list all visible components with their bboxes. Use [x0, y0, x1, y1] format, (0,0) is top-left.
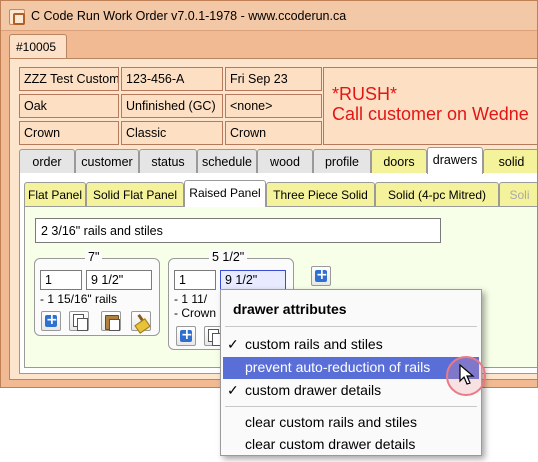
drawer-qty-input[interactable]: 1: [174, 270, 216, 290]
broom-icon[interactable]: [131, 311, 151, 331]
menu-item-clear-drawer-details[interactable]: clear custom drawer details: [245, 436, 415, 452]
tab-schedule[interactable]: schedule: [197, 149, 257, 173]
subtab-flat-panel[interactable]: Flat Panel: [24, 182, 86, 206]
copy-icon[interactable]: [69, 311, 89, 331]
check-icon: ✓: [227, 336, 239, 352]
paste-icon[interactable]: [101, 311, 121, 331]
drawer-height-input[interactable]: 9 1/2": [220, 270, 286, 290]
profile-field[interactable]: Crown: [19, 121, 119, 145]
rush-message: Call customer on Wedne: [332, 104, 529, 124]
drawer-width-label: 7": [85, 250, 103, 264]
menu-header: drawer attributes: [233, 301, 347, 317]
drawer-attributes-menu: drawer attributes ✓ custom rails and sti…: [220, 289, 482, 456]
rails-and-stiles-input[interactable]: 2 3/16" rails and stiles: [35, 218, 441, 243]
drawer-profile-note: - Crown: [174, 306, 217, 320]
menu-item-custom-rails[interactable]: custom rails and stiles: [245, 336, 383, 352]
window-title: C Code Run Work Order v7.0.1-1978 - www.…: [31, 9, 347, 23]
tab-order[interactable]: order: [19, 149, 75, 173]
subtab-more[interactable]: Soli: [499, 182, 537, 206]
tab-doors[interactable]: doors: [371, 149, 427, 173]
rush-notice: *RUSH* Call customer on Wedne: [323, 67, 537, 145]
add-icon[interactable]: [41, 311, 61, 331]
mouse-cursor-icon: [459, 364, 475, 385]
tab-wood[interactable]: wood: [257, 149, 313, 173]
profile2-field[interactable]: Crown: [225, 121, 322, 145]
drawer-width-label: 5 1/2": [209, 250, 248, 264]
drawer-rails-note: - 1 15/16" rails: [40, 292, 117, 306]
subtab-raised-panel[interactable]: Raised Panel: [184, 180, 266, 207]
menu-separator: [225, 406, 477, 407]
wood-field[interactable]: Oak: [19, 94, 119, 118]
menu-item-custom-drawer-details[interactable]: custom drawer details: [245, 382, 381, 398]
work-order-tab[interactable]: #10005: [9, 34, 67, 59]
menu-item-clear-rails[interactable]: clear custom rails and stiles: [245, 414, 417, 430]
subtab-solid-flat-panel[interactable]: Solid Flat Panel: [86, 182, 184, 206]
drawer-height-input[interactable]: 9 1/2": [86, 270, 152, 290]
tab-profile[interactable]: profile: [313, 149, 371, 173]
add-drawer-group-icon[interactable]: [311, 266, 331, 286]
tab-customer[interactable]: customer: [75, 149, 139, 173]
subtab-three-piece-solid[interactable]: Three Piece Solid: [266, 182, 375, 206]
rush-title: *RUSH*: [332, 84, 398, 104]
phone-field[interactable]: 123-456-A: [121, 67, 223, 91]
tab-status[interactable]: status: [139, 149, 197, 173]
drawer-rails-note: - 1 11/: [174, 292, 208, 306]
add-icon[interactable]: [176, 326, 196, 346]
tab-solid[interactable]: solid: [483, 149, 537, 173]
customer-field[interactable]: ZZZ Test Customer: [19, 67, 119, 91]
finish-field[interactable]: Unfinished (GC): [121, 94, 223, 118]
subtab-solid-mitred[interactable]: Solid (4-pc Mitred): [375, 182, 499, 206]
style-field[interactable]: Classic: [121, 121, 223, 145]
menu-separator: [225, 326, 477, 327]
tab-drawers[interactable]: drawers: [427, 147, 483, 174]
date-field[interactable]: Fri Sep 23: [225, 67, 322, 91]
app-icon: [9, 9, 25, 25]
check-icon: ✓: [227, 382, 239, 398]
title-bar: C Code Run Work Order v7.0.1-1978 - www.…: [1, 1, 537, 31]
menu-item-prevent-auto-reduction[interactable]: prevent auto-reduction of rails: [245, 359, 430, 375]
drawer-qty-input[interactable]: 1: [40, 270, 82, 290]
option-field[interactable]: <none>: [225, 94, 322, 118]
